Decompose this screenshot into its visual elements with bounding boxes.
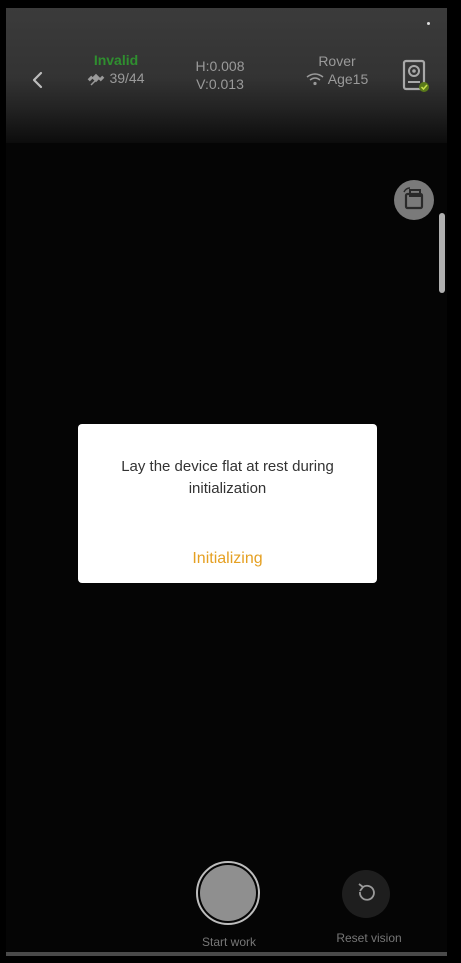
rover-status[interactable]: Rover Age15: [289, 52, 385, 90]
scrollbar[interactable]: [439, 213, 445, 293]
satellite-icon: [88, 73, 105, 86]
bottom-edge: [6, 952, 447, 956]
rotate-icon: [403, 187, 424, 210]
reset-vision-label: Reset vision: [336, 931, 402, 945]
age-label: Age15: [327, 71, 369, 87]
top-bar: Invalid 39/44 H:0.008 V:0.013 Rover Age1…: [6, 8, 447, 143]
camera-view: Invalid 39/44 H:0.008 V:0.013 Rover Age1…: [6, 8, 447, 956]
fix-status-label: Invalid: [93, 52, 139, 68]
dialog-message: Lay the device flat at rest during initi…: [121, 458, 334, 497]
status-dot-icon: [427, 22, 430, 25]
device-button[interactable]: [400, 58, 434, 96]
precision-readout: H:0.008 V:0.013: [184, 57, 256, 93]
reset-icon: [358, 883, 375, 901]
start-work-label: Start work: [201, 935, 256, 949]
v-precision: V:0.013: [196, 76, 244, 92]
back-icon: [32, 71, 43, 89]
rotate-screen-button[interactable]: [394, 180, 434, 220]
mode-label: Rover: [318, 53, 356, 69]
start-work-button[interactable]: [200, 865, 256, 921]
reset-vision-button[interactable]: [342, 870, 390, 918]
satellite-count: 39/44: [109, 70, 145, 86]
h-precision: H:0.008: [195, 58, 245, 74]
satellite-status[interactable]: Invalid 39/44: [76, 51, 156, 91]
wifi-icon: [306, 73, 324, 86]
back-button[interactable]: [28, 68, 48, 92]
initialization-dialog: Lay the device flat at rest during initi…: [78, 424, 377, 583]
dialog-status: Initializing: [192, 550, 263, 567]
device-icon: [402, 59, 429, 92]
